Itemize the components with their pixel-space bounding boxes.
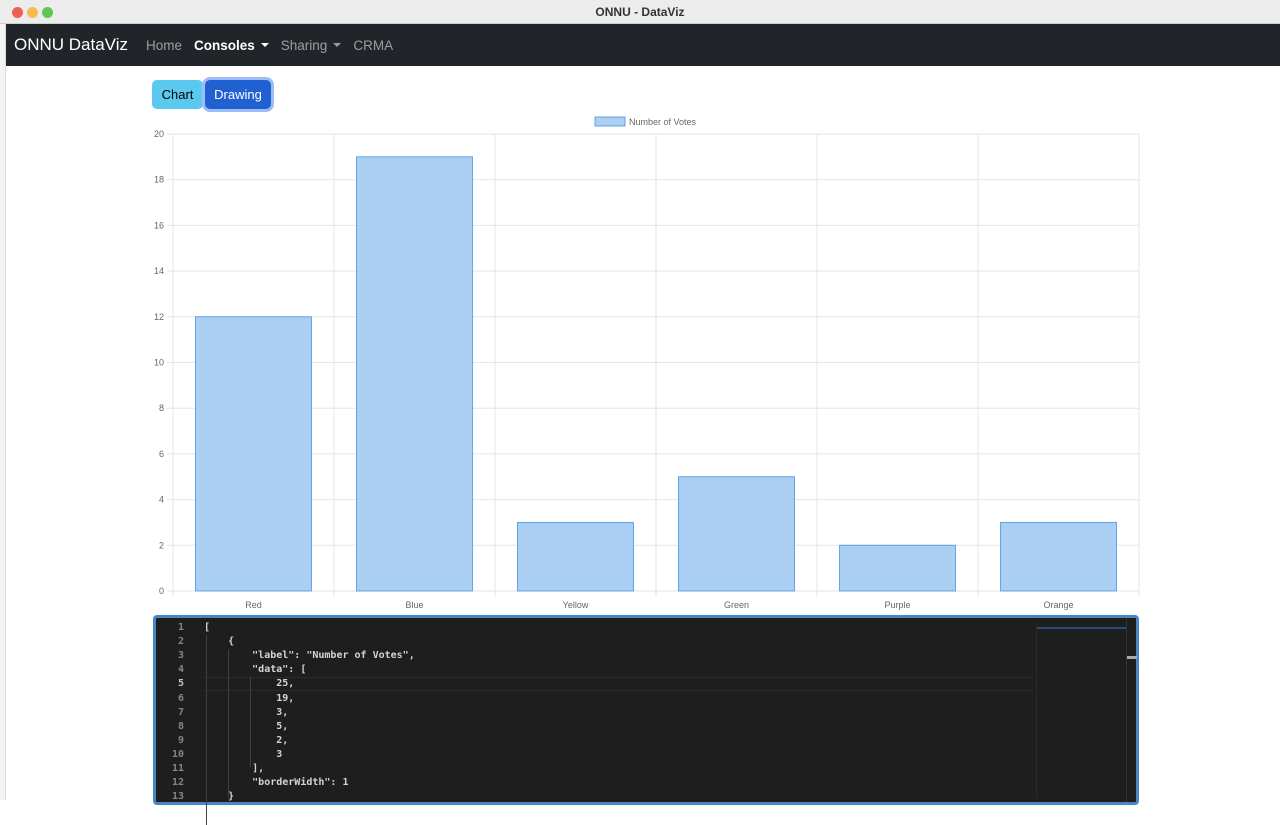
x-tick-label: Red: [245, 600, 262, 610]
y-tick-label: 8: [159, 403, 164, 413]
x-tick-label: Yellow: [563, 600, 589, 610]
y-tick-label: 6: [159, 449, 164, 459]
x-tick-label: Orange: [1043, 600, 1073, 610]
code-line: 5 25,: [156, 677, 1036, 691]
code-line: 6 19,: [156, 692, 1036, 706]
bar-red: [195, 316, 312, 592]
line-number: 4: [177, 664, 184, 676]
code-line: 2 {: [156, 635, 1036, 649]
bar-yellow: [517, 521, 634, 592]
x-tick-label: Blue: [405, 600, 423, 610]
y-tick-label: 16: [154, 220, 164, 230]
legend-swatch: [594, 116, 626, 127]
code-line: 12 "borderWidth": 1: [156, 776, 1036, 790]
code-line: 9 2,: [156, 734, 1036, 748]
code-text: [: [204, 622, 211, 633]
code-text: "borderWidth": 1: [204, 777, 349, 789]
y-tick-label: 2: [159, 540, 164, 550]
code-line: 11 ],: [156, 762, 1036, 776]
x-tick-label: Green: [724, 600, 749, 610]
y-tick-label: 18: [154, 175, 164, 185]
bar-chart: 0 2 4 6 8 10 12 14 16 18 20 Red Blue Yellow Green Purpl…: [154, 116, 1140, 610]
x-tick-label: Purple: [884, 600, 910, 610]
code-text: ],: [204, 763, 265, 774]
line-number: 13: [171, 791, 184, 803]
code-line: 1[: [156, 621, 1036, 635]
indent-guide: [228, 649, 229, 799]
code-text: 3,: [204, 706, 289, 718]
y-tick-label: 14: [154, 266, 164, 276]
code-text: {: [204, 636, 235, 648]
code-text: 5,: [204, 720, 289, 732]
bar-blue: [356, 156, 473, 592]
code-line: 4 "data": [: [156, 663, 1036, 677]
y-tick-label: 4: [159, 495, 164, 505]
line-number: 11: [171, 763, 184, 774]
code-line: 10 3: [156, 748, 1036, 762]
line-number: 5: [177, 678, 184, 690]
line-number: 12: [171, 777, 184, 789]
code-line: 7 3,: [156, 706, 1036, 720]
line-number: 6: [177, 692, 184, 704]
bar-green: [678, 476, 795, 592]
json-code-editor[interactable]: 1[2 {3 "label": "Number of Votes", 4 "dat…: [153, 615, 1139, 825]
code-text: 3: [204, 748, 283, 760]
code-text: }: [204, 791, 235, 803]
code-line: 13 }: [156, 790, 1036, 804]
indent-guide: [206, 635, 207, 825]
editor-scrollbar[interactable]: [1126, 618, 1137, 802]
line-number: 2: [177, 636, 184, 648]
bar-purple: [839, 544, 956, 592]
y-tick-label: 12: [154, 312, 164, 322]
code-line: 3 "label": "Number of Votes",: [156, 649, 1036, 663]
code-text: 2,: [204, 734, 289, 746]
line-number: 10: [171, 748, 184, 760]
bar-orange: [1000, 521, 1117, 592]
y-tick-label: 0: [159, 586, 164, 596]
indent-guide: [250, 677, 251, 767]
code-line: 8 5,: [156, 720, 1036, 734]
line-number: 7: [177, 706, 184, 718]
line-number: 1: [177, 622, 184, 633]
editor-minimap[interactable]: [1036, 623, 1127, 798]
code-text: "label": "Number of Votes",: [204, 650, 415, 662]
y-tick-label: 10: [154, 358, 164, 368]
legend-label: Number of Votes: [629, 117, 697, 127]
code-text: "data": [: [204, 664, 307, 676]
line-number: 9: [177, 734, 184, 746]
y-tick-label: 20: [154, 129, 164, 139]
line-number: 3: [177, 650, 184, 662]
line-number: 8: [177, 720, 184, 732]
